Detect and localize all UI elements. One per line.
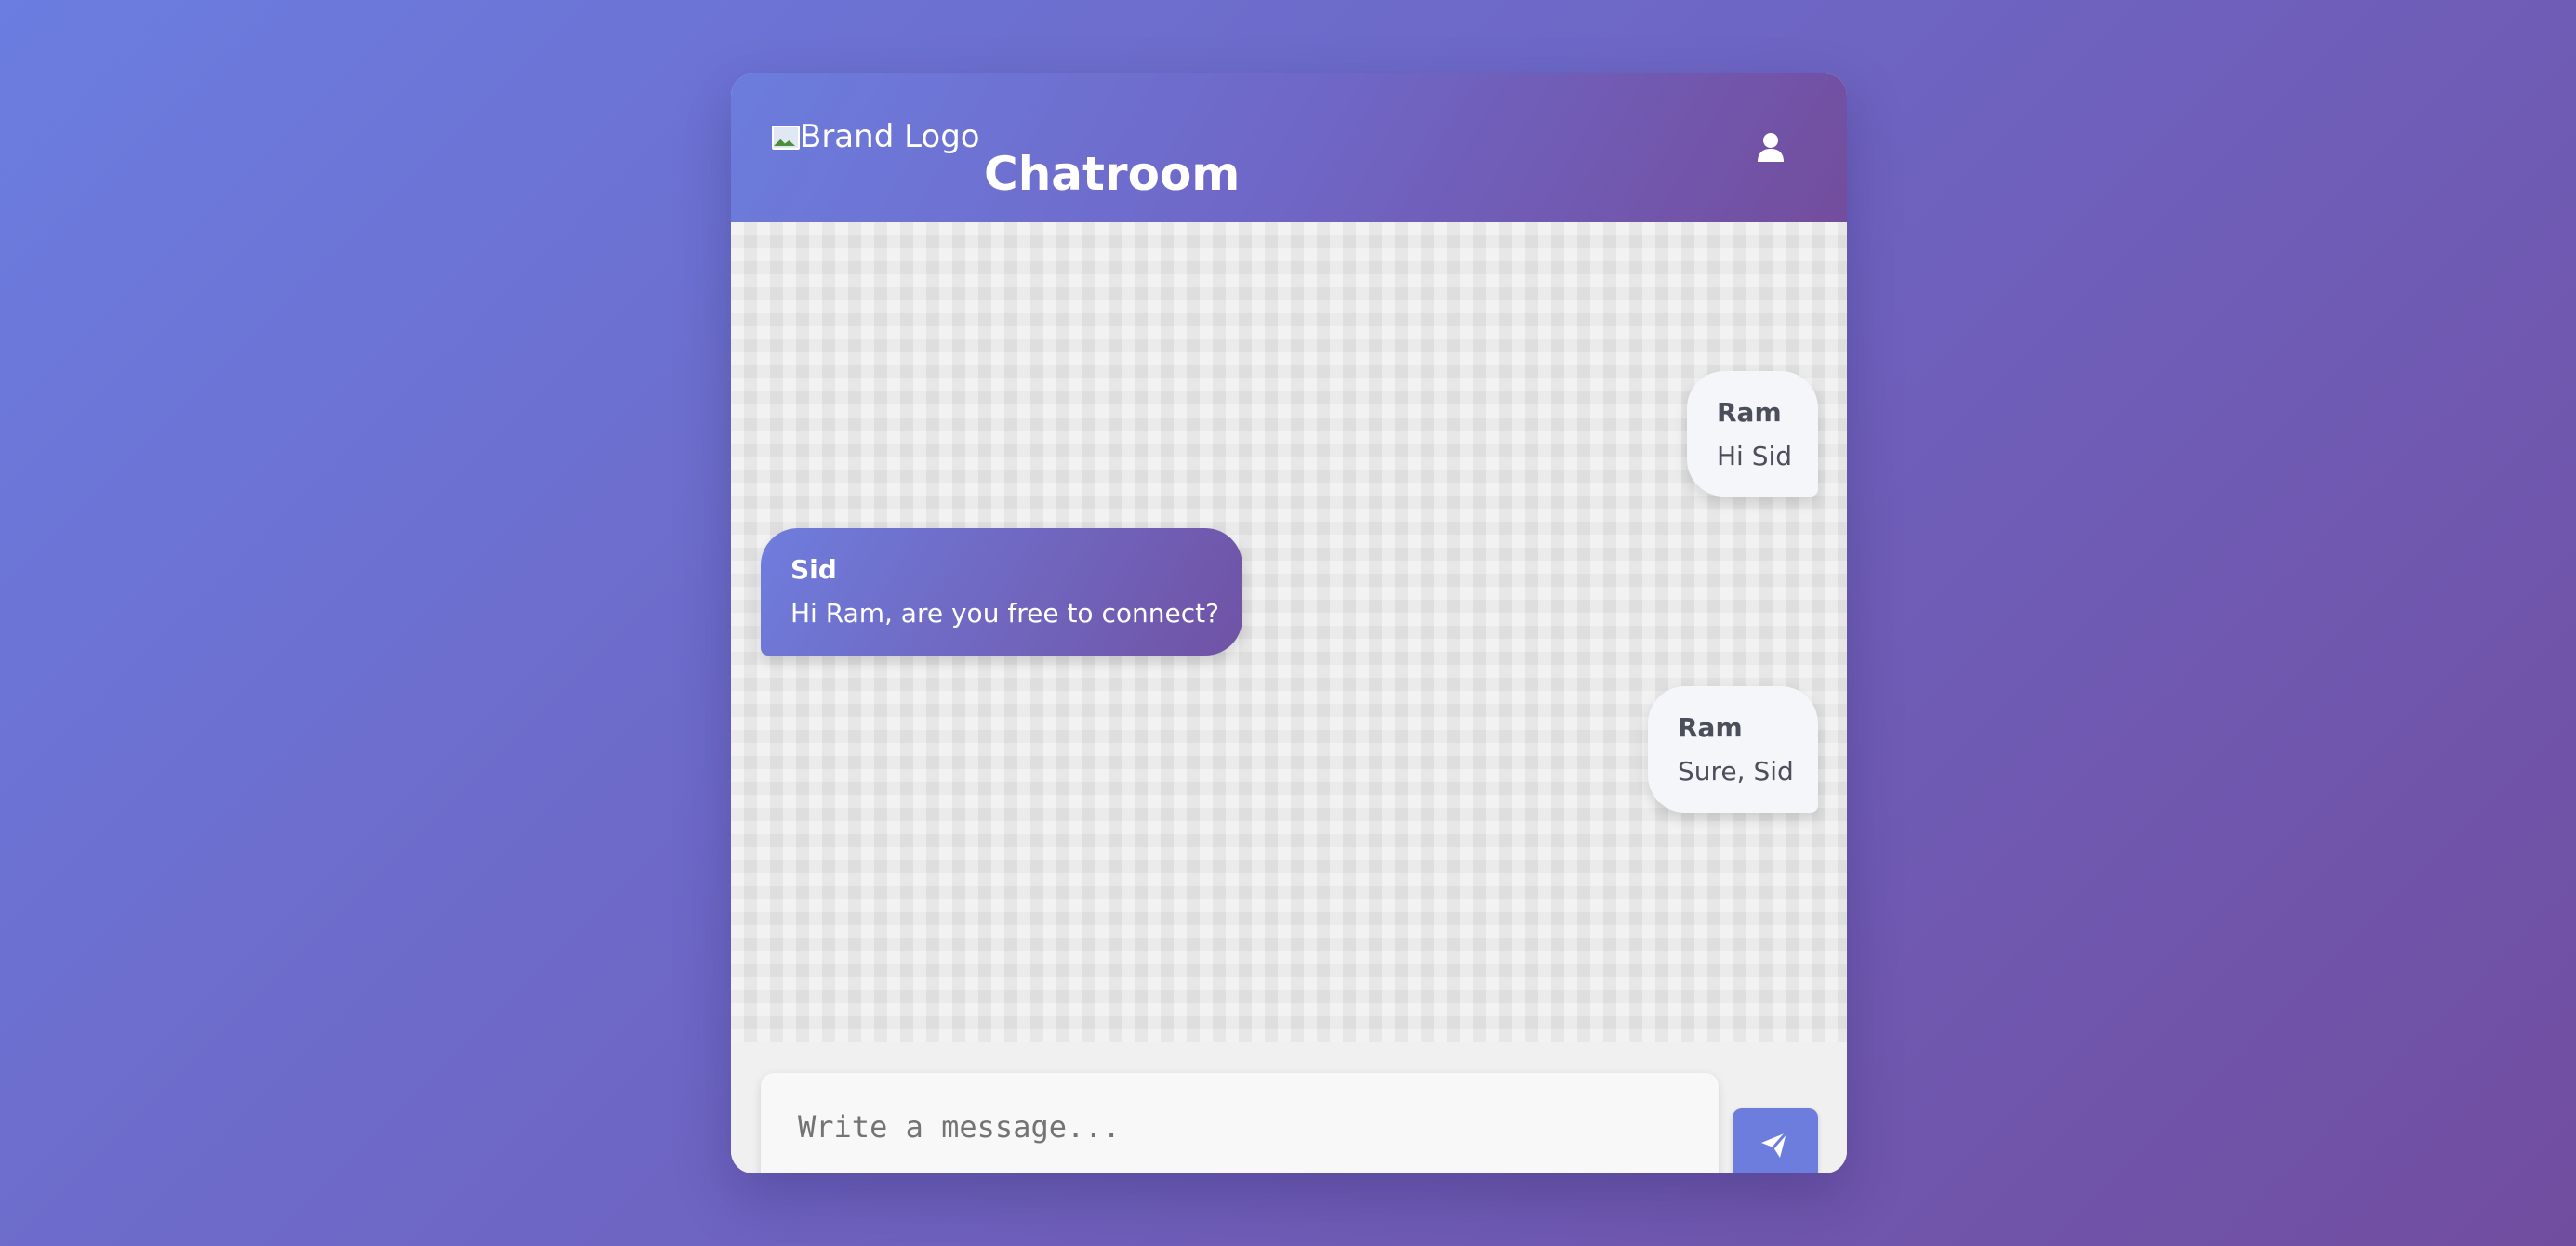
message-sender: Sid — [790, 554, 837, 585]
brand-logo-alt-text: Brand Logo — [800, 118, 980, 155]
message-bubble-ram-1: Ram Hi Sid — [1687, 371, 1818, 497]
message-bubble-ram-2: Ram Sure, Sid — [1648, 686, 1818, 813]
message-input[interactable] — [761, 1073, 1719, 1173]
image-placeholder-icon — [768, 121, 800, 152]
brand-logo: Brand Logo — [768, 113, 980, 161]
chat-title: Chatroom — [984, 146, 1241, 201]
message-text: Hi Sid — [1717, 441, 1793, 472]
message-list[interactable]: Ram Hi Sid Sid Hi Ram, are you free to c… — [731, 222, 1847, 1042]
message-text: Sure, Sid — [1678, 756, 1794, 788]
message-composer — [731, 1042, 1847, 1173]
chat-header: Brand Logo Chatroom — [731, 73, 1847, 222]
paper-plane-icon — [1761, 1131, 1788, 1158]
message-bubble-sid-1: Sid Hi Ram, are you free to connect? — [761, 528, 1242, 656]
chatroom-card: Brand Logo Chatroom Ram Hi Sid Sid Hi Ra… — [731, 73, 1847, 1173]
message-sender: Ram — [1678, 712, 1743, 743]
message-text: Hi Ram, are you free to connect? — [790, 598, 1219, 630]
send-message-button[interactable] — [1733, 1108, 1818, 1173]
message-sender: Ram — [1717, 397, 1782, 428]
user-profile-button[interactable] — [1750, 127, 1791, 168]
user-icon — [1758, 133, 1784, 162]
